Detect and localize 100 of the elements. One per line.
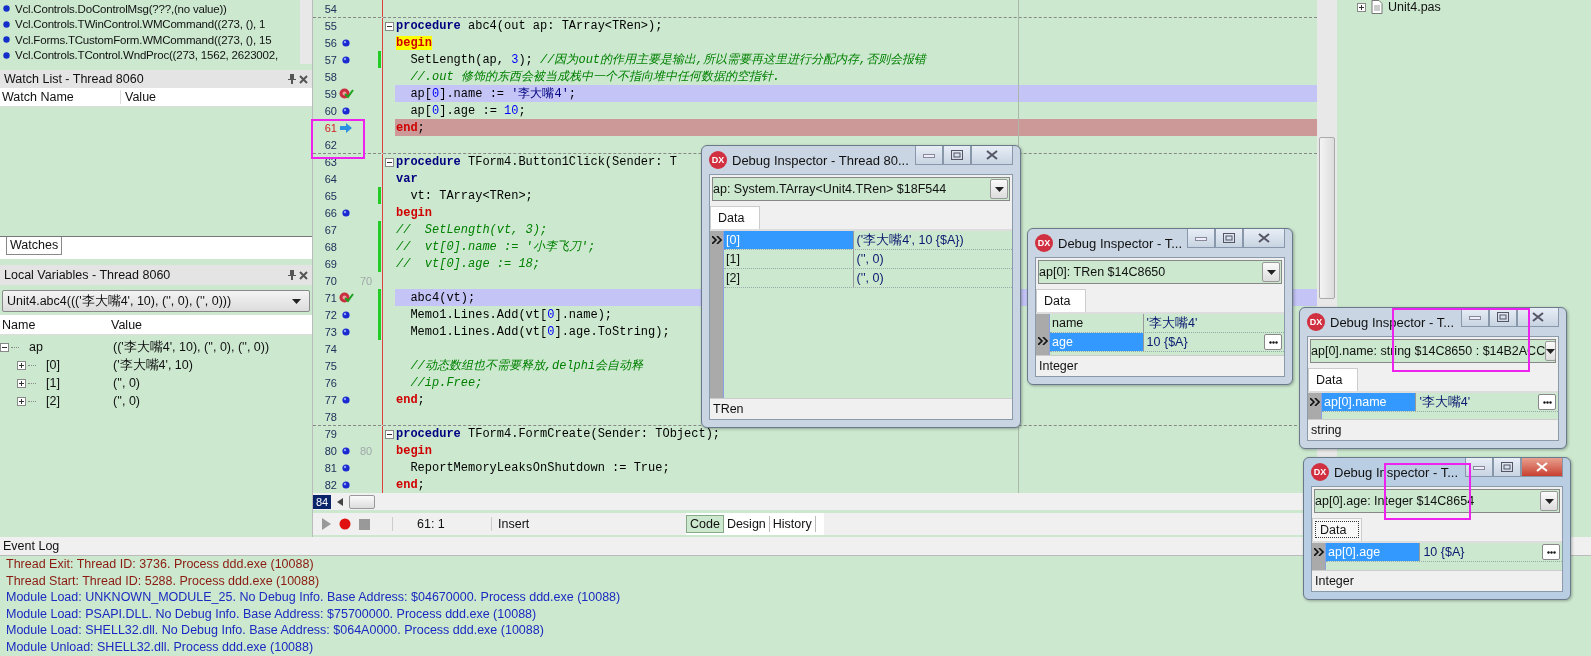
dropdown-arrow-icon (292, 298, 301, 304)
file-icon (1370, 0, 1384, 14)
app-logo: DX (709, 151, 727, 169)
view-tab[interactable]: Design (723, 516, 770, 532)
close-button[interactable] (1243, 229, 1286, 248)
data-tab[interactable]: Data (1036, 289, 1087, 312)
app-logo: DX (1307, 313, 1325, 331)
field-name[interactable]: name (1050, 314, 1144, 332)
code-line: Memo1.Lines.Add(vt[0].name); (409, 306, 613, 323)
log-entry: Module Unload: SHELL32.dll. Process ddd.exe (10088) (5, 638, 314, 655)
tree-toggle-icon[interactable] (1357, 2, 1366, 12)
tree-toggle-icon[interactable] (17, 396, 26, 406)
variable-value: (('李大嘴4', 10), ('', 0), ('', 0)) (112, 338, 270, 356)
variable-value: ('', 0) (112, 394, 140, 408)
stack-frame-dropdown[interactable]: Unit4.abc4((('李大嘴4', 10), ('', 0), ('', 0))) (2, 290, 310, 312)
code-line: abc4(vt); (409, 289, 476, 306)
highlight-frame (311, 119, 365, 159)
expression-dropdown[interactable]: ap: System.TArray<Unit4.TRen> $18F544 (712, 177, 1010, 201)
dropdown-arrow-icon (1266, 269, 1276, 275)
breakpoint-dot-icon[interactable] (342, 446, 350, 455)
field-value: '李大嘴4' (1145, 314, 1199, 332)
code-line: end; (395, 119, 425, 136)
variable-name[interactable]: [1] (46, 376, 60, 390)
variable-name[interactable]: [0] (46, 358, 60, 372)
field-name[interactable]: [2] (724, 269, 854, 287)
record-icon[interactable] (339, 518, 351, 530)
scrollbar-thumb[interactable] (1319, 137, 1335, 299)
breakpoint-dot-icon[interactable] (342, 327, 350, 336)
cursor-position: 61: 1 (392, 517, 483, 531)
call-stack-entry[interactable]: Vcl.Controls.TControl.WndProc((273, 1562, 2623002, (15, 49, 278, 62)
fold-toggle-icon[interactable] (384, 21, 394, 31)
minimize-button[interactable] (915, 146, 943, 165)
minimize-button[interactable] (1187, 229, 1216, 248)
scrollbar-thumb[interactable] (349, 494, 376, 509)
close-icon (1258, 233, 1271, 243)
data-tab[interactable]: Data (710, 206, 761, 229)
breakpoint-dot-icon[interactable] (342, 208, 350, 217)
variable-name[interactable]: ap (29, 340, 43, 354)
close-button[interactable] (1521, 458, 1563, 477)
minimize-button[interactable] (1465, 458, 1493, 477)
type-name: TRen (713, 402, 744, 416)
data-tab[interactable]: Data (1308, 368, 1359, 391)
field-name[interactable]: [1] (724, 250, 854, 268)
variable-value: ('李大嘴4', 10) (112, 356, 193, 374)
log-entry: Module Load: SHELL32.dll. No Debug Info. Base Address: $064A0000. Process ddd.exe (10088) (5, 622, 544, 639)
fold-toggle-icon[interactable] (384, 157, 394, 167)
breakpoint-dot-icon[interactable] (342, 310, 350, 319)
maximize-icon (1223, 233, 1236, 243)
variable-name[interactable]: [2] (46, 394, 60, 408)
field-value: 10 {$A} (1145, 335, 1189, 349)
close-icon[interactable] (299, 270, 308, 280)
breakpoint-check-icon[interactable] (338, 292, 354, 303)
maximize-button[interactable] (1215, 229, 1244, 248)
view-tab[interactable]: History (769, 516, 816, 532)
log-entry: Module Load: UNKNOWN_MODULE_25. No Debug Info. Base Address: $04670000. Process ddd.exe (10088) (5, 589, 621, 606)
close-button[interactable] (1517, 308, 1559, 327)
breakpoint-dot-icon[interactable] (342, 55, 350, 64)
pin-icon[interactable] (288, 74, 296, 84)
column-title[interactable]: Watch Name (0, 90, 121, 104)
breakpoint-dot-icon[interactable] (342, 480, 350, 489)
call-stack-entry[interactable]: Vcl.Controls.TWinControl.WMCommand((273, (), 1 (15, 18, 266, 31)
view-tab[interactable]: Code (686, 515, 724, 533)
pin-icon[interactable] (288, 270, 296, 280)
edit-button[interactable] (1264, 334, 1282, 350)
edit-button[interactable] (1542, 544, 1560, 560)
maximize-button[interactable] (943, 146, 971, 165)
fold-toggle-icon[interactable] (384, 429, 394, 439)
call-stack-entry[interactable]: Vcl.Forms.TCustomForm.WMCommand((273, (), 15 (15, 33, 272, 46)
row-indicator-icon (1313, 548, 1324, 556)
close-icon[interactable] (299, 74, 308, 84)
column-title[interactable]: Value (121, 90, 157, 104)
project-file[interactable]: Unit4.pas (1388, 0, 1441, 14)
call-stack-entry[interactable]: Vcl.Controls.DoControlMsg(???,(no value)) (15, 2, 227, 15)
data-tab[interactable]: Data (1312, 518, 1363, 541)
code-line: procedure abc4(out ap: TArray<TRen>); (395, 18, 663, 34)
breakpoint-dot-icon[interactable] (342, 38, 350, 47)
maximize-button[interactable] (1493, 458, 1521, 477)
watches-tab[interactable]: Watches (6, 237, 63, 255)
type-name: Integer (1315, 574, 1354, 588)
maximize-icon (1501, 462, 1513, 472)
log-entry: Module Load: PSAPI.DLL. No Debug Info. Base Address: $75700000. Process ddd.exe (10088) (5, 605, 537, 622)
breakpoint-dot-icon[interactable] (342, 395, 350, 404)
column-title[interactable]: Name (0, 317, 107, 332)
tree-toggle-icon[interactable] (17, 378, 26, 388)
tree-toggle-icon[interactable] (0, 342, 9, 352)
close-button[interactable] (971, 146, 1013, 165)
scrollbar[interactable] (300, 0, 312, 64)
breakpoint-check-icon[interactable] (338, 88, 354, 99)
edit-button[interactable] (1538, 394, 1556, 410)
code-line: ReportMemoryLeaksOnShutdown := True; (409, 459, 670, 476)
dropdown-arrow-icon (1544, 498, 1554, 504)
breakpoint-dot-icon[interactable] (342, 463, 350, 472)
tree-toggle-icon[interactable] (17, 360, 26, 370)
code-line: end; (395, 391, 425, 408)
scroll-left-icon[interactable] (337, 497, 344, 506)
close-icon (1536, 462, 1548, 472)
code-line: //.out 修饰的东西会被当成栈中一个不指向堆中任何数据的空指针. (409, 69, 780, 85)
column-title[interactable]: Value (107, 317, 143, 332)
breakpoint-dot-icon[interactable] (342, 106, 350, 115)
expression-dropdown[interactable]: ap[0]: TRen $14C8650 (1038, 260, 1282, 284)
